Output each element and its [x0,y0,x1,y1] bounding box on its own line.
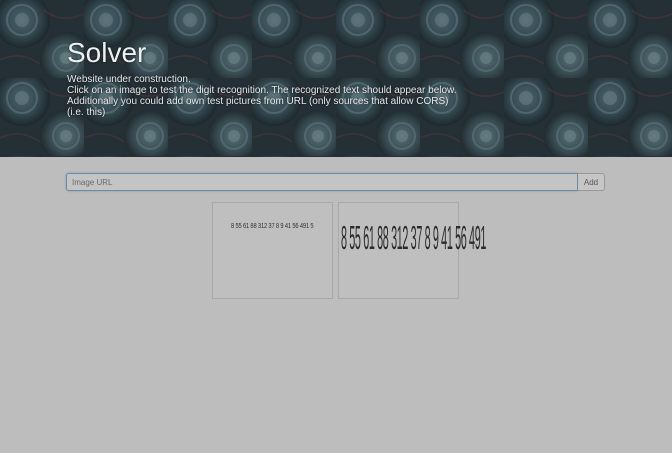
intro-line-add-pictures: Additionally you could add own test pict… [67,96,449,107]
digit-sequence-image-text: 8 55 61 88 312 37 8 9 41 56 491 5 [231,223,314,230]
url-form: Add [66,173,605,191]
digit-sequence-image-text: 8 55 61 88 312 37 8 9 41 56 491 [341,220,486,257]
page-title: Solver [67,37,147,68]
test-image-gallery: 8 55 61 88 312 37 8 9 41 56 491 5 8 55 6… [212,202,486,299]
intro-line-instructions: Click on an image to test the digit reco… [67,85,457,96]
header-banner: Solver Website under construction. Click… [0,0,672,157]
intro-line-construction: Website under construction. [67,74,191,85]
image-url-input[interactable] [66,173,578,191]
intro-line-example-link[interactable]: (i.e. this) [67,107,457,118]
test-image-thumbnail[interactable]: 8 55 61 88 312 37 8 9 41 56 491 5 [212,202,333,299]
test-image-thumbnail[interactable]: 8 55 61 88 312 37 8 9 41 56 491 [338,202,486,299]
add-button[interactable]: Add [578,173,605,191]
hero-text: Solver Website under construction. Click… [67,36,457,118]
